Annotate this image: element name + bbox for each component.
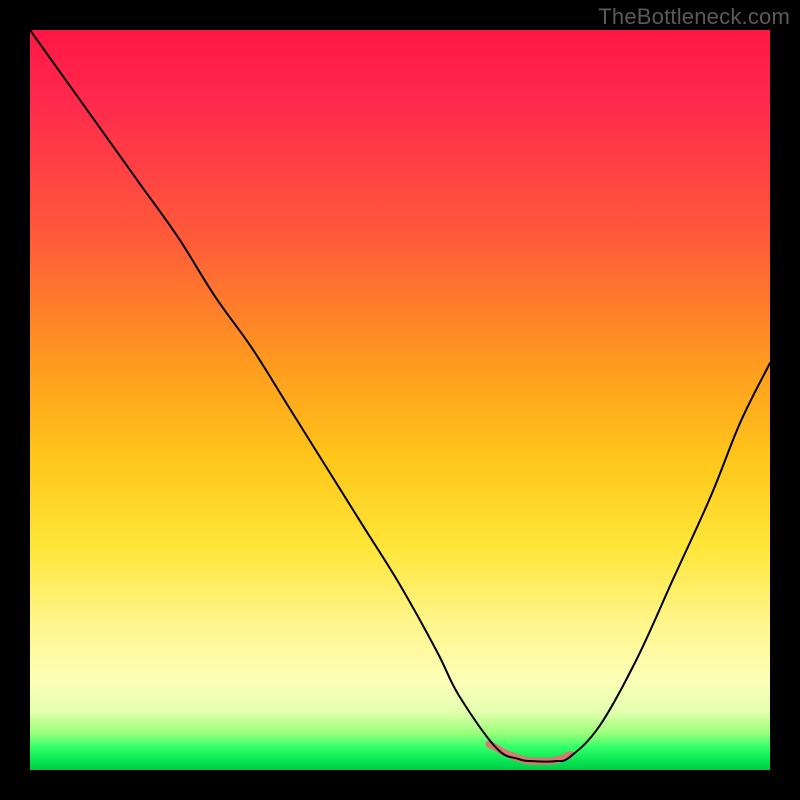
curve-layer xyxy=(30,30,770,770)
chart-frame: TheBottleneck.com xyxy=(0,0,800,800)
plot-area xyxy=(30,30,770,770)
watermark-text: TheBottleneck.com xyxy=(598,4,790,30)
bottleneck-curve-path xyxy=(30,30,770,762)
